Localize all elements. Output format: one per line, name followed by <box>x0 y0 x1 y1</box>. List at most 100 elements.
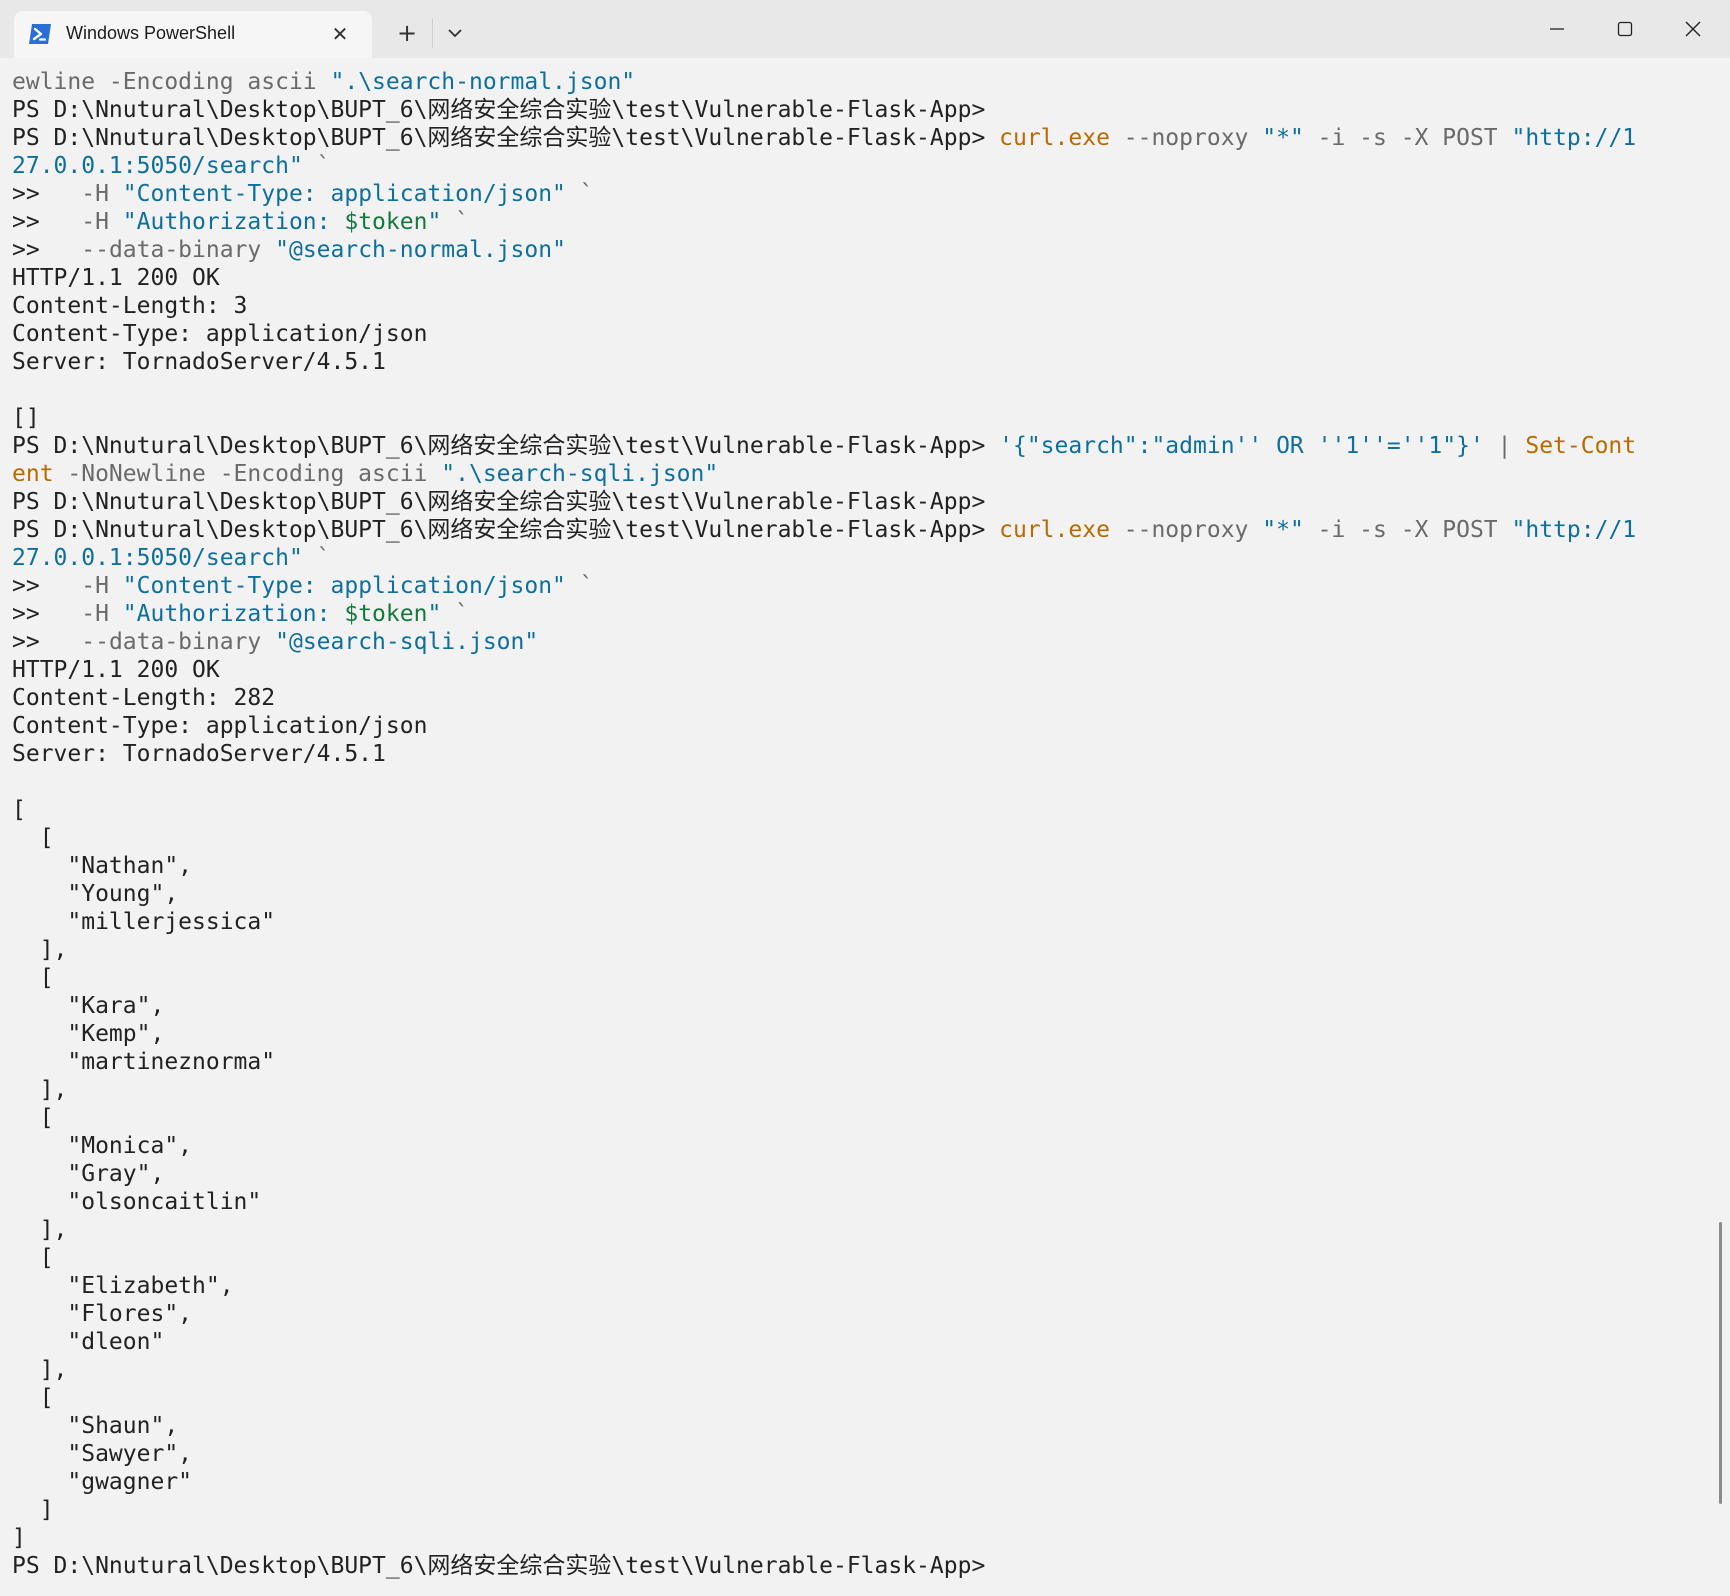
terminal-line: ], <box>12 1356 1712 1384</box>
terminal-text-segment: PS D:\Nnutural\Desktop\BUPT_6\网络安全综合实验\t… <box>12 1553 986 1579</box>
terminal-line: ], <box>12 936 1712 964</box>
terminal-line: "Young", <box>12 880 1712 908</box>
terminal-text-segment: PS D:\Nnutural\Desktop\BUPT_6\网络安全综合实验\t… <box>12 125 1000 151</box>
terminal-text-segment: curl.exe <box>999 517 1110 543</box>
terminal-line: Content-Type: application/json <box>12 320 1712 348</box>
minimize-button[interactable] <box>1523 0 1591 58</box>
powershell-window: Windows PowerShell ✕ + ewline -Encoding … <box>0 0 1730 1596</box>
terminal-text-segment: ], <box>12 1357 68 1383</box>
terminal-text-segment: "gwagner" <box>12 1469 193 1495</box>
terminal-text-segment: "Nathan", <box>12 853 193 879</box>
terminal-text-segment: 27.0.0.1:5050/search" <box>12 153 303 179</box>
terminal-text-segment: " <box>427 601 442 627</box>
terminal-text-segment: "Authorization: <box>122 209 345 235</box>
terminal-line: ] <box>12 1496 1712 1524</box>
terminal-text-segment: ` <box>441 601 470 627</box>
terminal-line: Server: TornadoServer/4.5.1 <box>12 348 1712 376</box>
terminal-text-segment: -i -s -X POST <box>1303 125 1512 151</box>
terminal-text-segment: >> <box>12 629 82 655</box>
terminal-line: [] <box>12 404 1712 432</box>
terminal-line: [ <box>12 796 1712 824</box>
terminal-line: PS D:\Nnutural\Desktop\BUPT_6\网络安全综合实验\t… <box>12 1552 1712 1580</box>
terminal-line: "Sawyer", <box>12 1440 1712 1468</box>
terminal-line: "dleon" <box>12 1328 1712 1356</box>
terminal-line: >> --data-binary "@search-normal.json" <box>12 236 1712 264</box>
terminal-line: [ <box>12 1244 1712 1272</box>
terminal-line: "Nathan", <box>12 852 1712 880</box>
terminal-line: ], <box>12 1076 1712 1104</box>
title-bar[interactable]: Windows PowerShell ✕ + <box>0 0 1730 59</box>
terminal-line: Content-Length: 3 <box>12 292 1712 320</box>
new-tab-button[interactable]: + <box>389 16 425 50</box>
terminal-text-segment: "Sawyer", <box>12 1441 193 1467</box>
terminal-text-segment: "martineznorma" <box>12 1049 276 1075</box>
terminal-text-segment: [ <box>12 1245 54 1271</box>
terminal-text-segment: "dleon" <box>12 1329 165 1355</box>
terminal-line: >> -H "Authorization: $token" ` <box>12 600 1712 628</box>
terminal-text-segment: -H <box>81 573 123 599</box>
terminal-text-segment: "olsoncaitlin" <box>12 1189 262 1215</box>
chevron-down-icon <box>448 29 462 38</box>
terminal-text-segment: "*" <box>1262 125 1304 151</box>
terminal-line: "Monica", <box>12 1132 1712 1160</box>
terminal-text-segment: ` <box>302 545 331 571</box>
terminal-text-segment: Content-Type: application/json <box>12 713 428 739</box>
terminal-text-segment: "Authorization: <box>122 601 345 627</box>
terminal-line: [ <box>12 824 1712 852</box>
terminal-text-segment: "Content-Type: application/json" <box>122 181 566 207</box>
terminal-text-segment: "*" <box>1262 517 1304 543</box>
maximize-icon <box>1617 21 1633 37</box>
terminal-line: ] <box>12 1524 1712 1552</box>
terminal-line: ent -NoNewline -Encoding ascii ".\search… <box>12 460 1712 488</box>
terminal-text-segment: PS D:\Nnutural\Desktop\BUPT_6\网络安全综合实验\t… <box>12 517 1000 543</box>
terminal-line: [ <box>12 964 1712 992</box>
close-window-button[interactable] <box>1659 0 1727 58</box>
terminal-text-segment: "Gray", <box>12 1161 165 1187</box>
terminal-line: [ <box>12 1104 1712 1132</box>
terminal-text-segment: "Young", <box>12 881 179 907</box>
terminal-text-segment: --data-binary <box>81 237 276 263</box>
terminal-line: "Shaun", <box>12 1412 1712 1440</box>
terminal-line: "Kara", <box>12 992 1712 1020</box>
terminal-text-segment: Content-Length: 282 <box>12 685 276 711</box>
terminal-text-segment: [ <box>12 965 54 991</box>
terminal-text-segment: Set-Cont <box>1525 433 1637 459</box>
terminal-text-segment: "@search-sqli.json" <box>275 629 539 655</box>
terminal-text-segment: >> <box>12 573 82 599</box>
terminal-text-segment: HTTP/1.1 200 OK <box>12 657 220 683</box>
terminal-text-segment: [ <box>12 825 54 851</box>
terminal-line: ], <box>12 1216 1712 1244</box>
terminal-text-segment: -H <box>81 209 123 235</box>
terminal-text-segment: "@search-normal.json" <box>275 237 566 263</box>
terminal-text-segment: >> <box>12 601 82 627</box>
terminal-lines: ewline -Encoding ascii ".\search-normal.… <box>12 68 1712 1580</box>
terminal-text-segment: ` <box>565 573 594 599</box>
terminal-text-segment: "http://1 <box>1511 125 1637 151</box>
terminal-line: Server: TornadoServer/4.5.1 <box>12 740 1712 768</box>
terminal-text-segment: "Shaun", <box>12 1413 179 1439</box>
terminal-text-segment: "Elizabeth", <box>12 1273 234 1299</box>
maximize-button[interactable] <box>1591 0 1659 58</box>
terminal-text-segment: [] <box>12 405 40 431</box>
close-icon <box>1685 21 1701 37</box>
close-tab-icon[interactable]: ✕ <box>328 22 352 46</box>
terminal-text-segment: [ <box>12 797 26 823</box>
terminal-text-segment: Server: TornadoServer/4.5.1 <box>12 349 386 375</box>
terminal-line: PS D:\Nnutural\Desktop\BUPT_6\网络安全综合实验\t… <box>12 124 1712 152</box>
terminal-line: "Kemp", <box>12 1020 1712 1048</box>
terminal-text-segment: [ <box>12 1385 54 1411</box>
terminal-text-segment: ], <box>12 1217 68 1243</box>
terminal-text-segment: PS D:\Nnutural\Desktop\BUPT_6\网络安全综合实验\t… <box>12 489 986 515</box>
terminal-text-segment: "Kara", <box>12 993 165 1019</box>
terminal-line: 27.0.0.1:5050/search" ` <box>12 152 1712 180</box>
terminal-line: PS D:\Nnutural\Desktop\BUPT_6\网络安全综合实验\t… <box>12 96 1712 124</box>
terminal-text-segment: ], <box>12 1077 68 1103</box>
terminal-line: >> -H "Authorization: $token" ` <box>12 208 1712 236</box>
vertical-scrollbar[interactable] <box>1719 1222 1722 1504</box>
terminal-line: "martineznorma" <box>12 1048 1712 1076</box>
terminal-text-segment: -H <box>81 181 123 207</box>
terminal-output[interactable]: ewline -Encoding ascii ".\search-normal.… <box>0 58 1730 1596</box>
tab-windows-powershell[interactable]: Windows PowerShell ✕ <box>14 11 372 58</box>
tab-dropdown-button[interactable] <box>437 16 473 50</box>
